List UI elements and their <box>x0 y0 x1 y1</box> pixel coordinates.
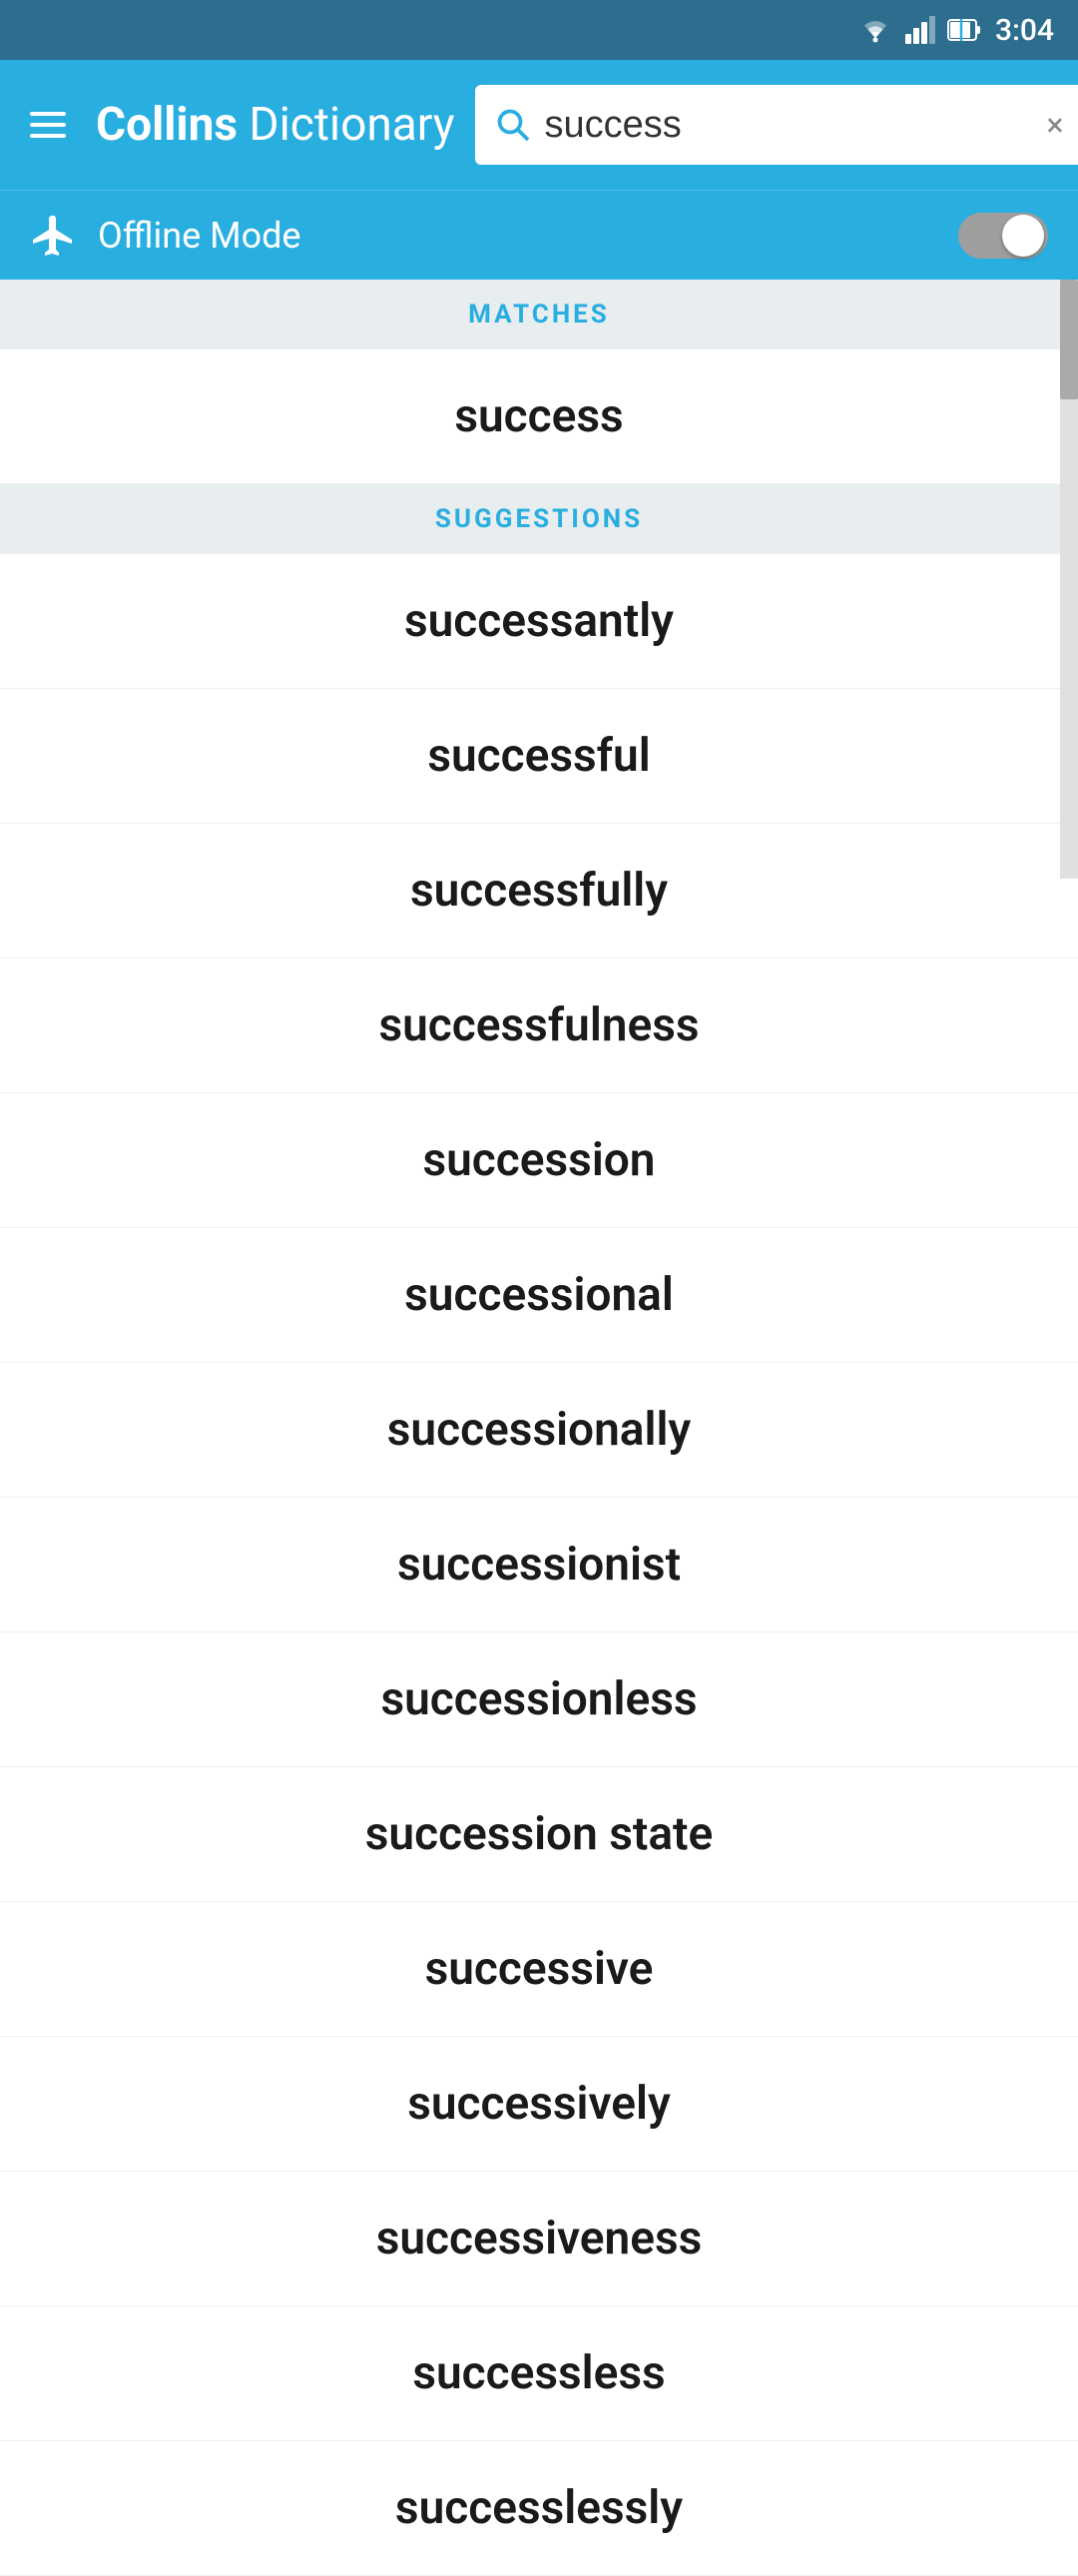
offline-label: Offline Mode <box>98 215 958 257</box>
matches-label: MATCHES <box>468 300 610 329</box>
list-item[interactable]: successless <box>0 2306 1078 2441</box>
wifi-icon <box>857 16 893 44</box>
matches-list: success <box>0 349 1078 484</box>
suggestions-list: successantly successful successfully succes… <box>0 554 1078 2576</box>
list-item[interactable]: succession <box>0 1093 1078 1228</box>
list-item[interactable]: successlessly <box>0 2441 1078 2576</box>
signal-icon <box>905 16 935 44</box>
scroll-track <box>1060 280 1078 879</box>
list-item[interactable]: successional <box>0 1228 1078 1363</box>
word-text: successless <box>412 2346 665 2400</box>
word-text: successionist <box>397 1538 681 1592</box>
word-text: successful <box>427 729 650 783</box>
offline-bar: Offline Mode <box>0 190 1078 280</box>
toggle-knob <box>1002 215 1044 257</box>
word-text: successional <box>404 1268 674 1322</box>
word-text: succession state <box>365 1807 713 1861</box>
app-bar: Collins Dictionary × <box>0 60 1078 190</box>
word-text: successively <box>407 2077 671 2131</box>
list-item[interactable]: success <box>0 349 1078 484</box>
word-text: successive <box>425 1942 654 1996</box>
list-item[interactable]: successful <box>0 689 1078 824</box>
word-text: successiveness <box>376 2212 703 2265</box>
offline-toggle[interactable] <box>958 213 1048 259</box>
list-item[interactable]: successiveness <box>0 2172 1078 2306</box>
word-text: successantly <box>404 594 674 648</box>
search-input[interactable] <box>545 104 1033 147</box>
list-item[interactable]: successive <box>0 1902 1078 2037</box>
word-text: successionless <box>380 1672 697 1726</box>
scroll-thumb[interactable] <box>1060 280 1078 399</box>
list-item[interactable]: successionally <box>0 1363 1078 1498</box>
list-item[interactable]: successfully <box>0 824 1078 959</box>
word-text: successfully <box>410 864 668 918</box>
list-item[interactable]: successionless <box>0 1632 1078 1767</box>
menu-button[interactable] <box>20 102 76 148</box>
battery-icon <box>947 16 983 44</box>
word-text: success <box>454 389 623 443</box>
word-text: succession <box>422 1133 655 1187</box>
suggestions-header: SUGGESTIONS <box>0 484 1078 554</box>
list-item[interactable]: successionist <box>0 1498 1078 1632</box>
list-item[interactable]: successantly <box>0 554 1078 689</box>
clear-button[interactable]: × <box>1047 106 1064 144</box>
word-text: successlessly <box>395 2481 683 2535</box>
list-item[interactable]: successfulness <box>0 959 1078 1093</box>
status-icons: 3:04 <box>857 13 1054 48</box>
matches-header: MATCHES <box>0 280 1078 349</box>
word-text: successfulness <box>378 998 699 1052</box>
app-title: Collins Dictionary <box>96 98 455 152</box>
suggestions-label: SUGGESTIONS <box>435 504 643 534</box>
list-item[interactable]: succession state <box>0 1767 1078 1902</box>
status-time: 3:04 <box>995 13 1054 48</box>
airplane-icon <box>30 212 78 260</box>
list-item[interactable]: successively <box>0 2037 1078 2172</box>
status-bar: 3:04 <box>0 0 1078 60</box>
search-icon <box>495 107 531 143</box>
word-text: successionally <box>387 1403 691 1457</box>
search-bar[interactable]: × <box>475 85 1078 165</box>
